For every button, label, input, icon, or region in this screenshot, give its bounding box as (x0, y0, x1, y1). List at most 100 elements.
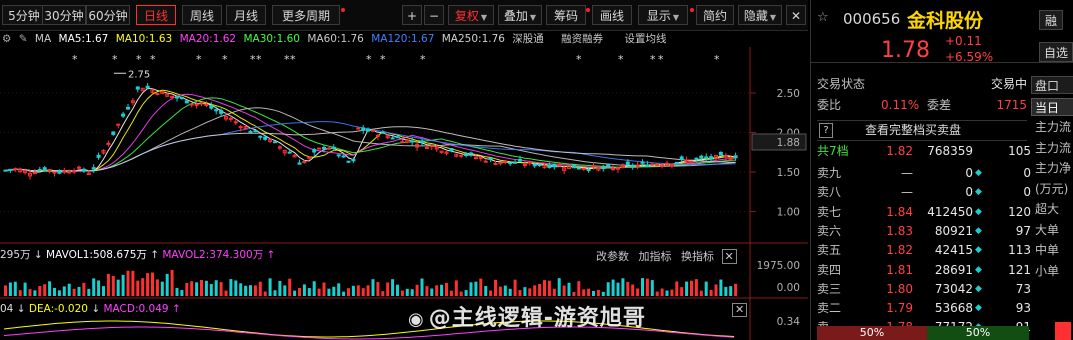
event-marker-icon: * (420, 53, 426, 66)
order-book-row[interactable]: 卖五 1.82 42415 ◆ 113 (817, 241, 1031, 260)
zoom-out-button[interactable]: − (424, 5, 444, 25)
link-add-indicator[interactable]: 加指标 (639, 250, 672, 263)
volume-bar (165, 273, 169, 296)
volume-bar (160, 281, 164, 296)
link-margin[interactable]: 融资融券 (561, 33, 603, 45)
candle-body (8, 168, 13, 171)
chips-button[interactable]: 筹码 (546, 5, 586, 25)
candle-body (297, 162, 302, 165)
weibo-icon: ◉ (408, 309, 425, 330)
draw-line-button[interactable]: 画线 (592, 5, 632, 25)
candle-body (3, 169, 8, 172)
tab-pankou[interactable]: 盘口 (1031, 76, 1073, 94)
add-watchlist-button[interactable]: 自选 (1039, 42, 1073, 62)
zoom-in-button[interactable]: + (402, 5, 422, 25)
volume-bar (641, 278, 644, 296)
volume-bar (484, 285, 488, 296)
ma20-value: MA20:1.62 (179, 33, 237, 45)
flow-bar (1055, 322, 1071, 340)
close-icon[interactable]: ✕ (732, 303, 748, 317)
hide-button[interactable]: 隐藏 ▼ (738, 5, 782, 25)
period-30min[interactable]: 30分钟 (42, 5, 86, 25)
period-week[interactable]: 周线 (182, 5, 222, 25)
period-month[interactable]: 月线 (226, 5, 266, 25)
order-book-row[interactable]: 卖九 —0 ◆ 0 (817, 164, 1031, 183)
settings-icon[interactable]: ⚙ (2, 33, 11, 45)
status-row: 交易状态 交易中 (817, 75, 1027, 94)
order-book-row[interactable]: 卖八 —0 ◆ 0 (817, 183, 1031, 202)
order-book-row[interactable]: 卖六 1.83 80921 ◆ 97 (817, 222, 1031, 241)
candle-body (699, 155, 704, 159)
period-60min[interactable]: 60分钟 (86, 5, 130, 25)
candle-body (694, 157, 699, 160)
view-full-book[interactable]: ? 查看完整档买卖盘 (817, 120, 1027, 141)
volume-bar (302, 284, 306, 296)
close-icon[interactable]: ✕ (786, 5, 806, 25)
volume-bar (283, 285, 287, 296)
edit-icon[interactable]: ✎ (19, 33, 28, 45)
period-day[interactable]: 日线 (136, 5, 176, 25)
volume-bar (631, 284, 635, 296)
adjust-button[interactable]: 复权 ▼ (448, 5, 494, 25)
candle-body (488, 157, 493, 160)
period-5min[interactable]: 5分钟 (2, 5, 46, 25)
candle-body (341, 155, 346, 158)
volume-bar (351, 285, 355, 296)
level-price: 1.79 (886, 301, 913, 316)
chevron-down-icon: ▼ (769, 13, 777, 22)
level-price: 1.80 (886, 281, 913, 296)
volume-bar (239, 283, 243, 296)
notification-dot (586, 8, 590, 12)
status-value: 交易中 (990, 77, 1027, 91)
volume-bar (18, 290, 22, 296)
overlay-button[interactable]: 叠加 ▼ (498, 5, 542, 25)
link-shenzhen-connect[interactable]: 深股通 (512, 33, 544, 45)
candle-body (552, 163, 557, 168)
candle-body (263, 136, 268, 140)
ma-label: MA (34, 33, 52, 45)
link-switch-indicator[interactable]: 换指标 (681, 250, 714, 263)
order-book-row[interactable]: 卖二 1.79 53668 ◆ 93 (817, 299, 1031, 318)
total-label: 共7档 (817, 144, 849, 158)
volume-bar (577, 281, 581, 296)
order-book-row[interactable]: 卖七 1.84 412450 ◆ 120 (817, 203, 1031, 222)
volume-bar (489, 290, 493, 296)
volume-bar (709, 289, 713, 296)
volume-bar (190, 281, 194, 296)
event-marker-icon: * (714, 53, 720, 66)
volume-bar (386, 282, 390, 296)
volume-tick-label: 1975.00 (757, 260, 800, 272)
event-marker-icon: * (112, 53, 118, 66)
candle-body (37, 168, 42, 171)
volume-bar (719, 279, 723, 296)
volume-bar (587, 288, 591, 296)
display-button[interactable]: 显示 ▼ (638, 5, 688, 25)
order-book-row[interactable]: 卖三 1.80 73042 ◆ 73 (817, 280, 1031, 299)
price-tick-label: 1.00 (777, 207, 800, 219)
volume-bar (57, 290, 61, 296)
weibi-row: 委比 0.11% 委差 1715 (817, 96, 1027, 115)
link-ma-settings[interactable]: 设置均线 (624, 33, 666, 45)
diamond-icon: ◆ (975, 225, 982, 236)
volume-bar (464, 290, 468, 296)
candle-body (527, 161, 532, 164)
more-periods-button[interactable]: 更多周期 (272, 5, 340, 25)
close-icon[interactable]: ✕ (721, 249, 737, 264)
capital-flow-item: 主力流 (1035, 120, 1072, 134)
volume-bar (596, 289, 600, 296)
volume-bar (665, 290, 669, 296)
volume-bar (67, 283, 71, 296)
weibi-label: 委比 (817, 98, 842, 112)
candle-body (679, 156, 684, 160)
candle-body (317, 147, 322, 150)
order-book-row[interactable]: 卖四 1.81 28691 ◆ 121 (817, 261, 1031, 280)
candlestick-chart[interactable]: ****************** 2.502.001.501.001.881… (0, 47, 808, 340)
volume-bar (533, 285, 537, 296)
capital-flow-item: 小单 (1035, 263, 1060, 278)
margin-button[interactable]: 融 (1039, 10, 1063, 30)
star-icon[interactable]: ☆ (817, 10, 829, 25)
diamond-icon: ◆ (975, 283, 982, 294)
tab-today[interactable]: 当日 (1031, 98, 1073, 116)
link-change-params[interactable]: 改参数 (596, 250, 629, 263)
simple-button[interactable]: 简约 (696, 5, 734, 25)
